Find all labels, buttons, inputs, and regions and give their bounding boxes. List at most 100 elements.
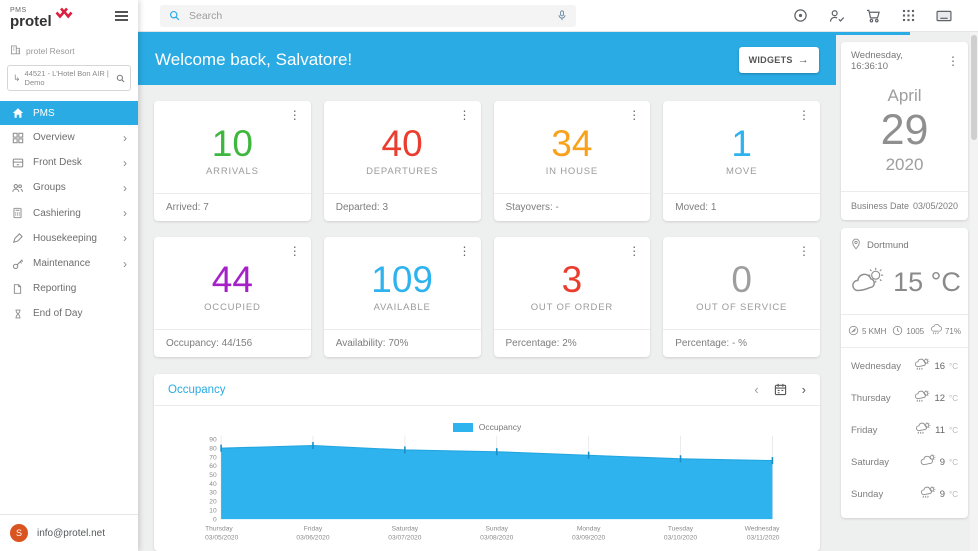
search-input[interactable] xyxy=(189,10,548,22)
stat-value: 109 xyxy=(371,261,433,298)
sidebar-item-groups[interactable]: Groups› xyxy=(0,175,138,200)
calendar-icon[interactable] xyxy=(774,383,787,396)
vertical-scrollbar xyxy=(970,32,978,551)
card-panel-icon[interactable] xyxy=(936,10,952,22)
target-icon[interactable] xyxy=(793,8,808,23)
stat-card-in-house: ⋮34IN HOUSEStayovers: - xyxy=(494,101,651,221)
stat-label: DEPARTURES xyxy=(366,166,438,177)
user-check-icon[interactable] xyxy=(829,9,845,23)
rain-sun-icon xyxy=(913,358,930,375)
sidebar-item-maintenance[interactable]: Maintenance› xyxy=(0,251,138,276)
svg-text:40: 40 xyxy=(209,481,217,488)
card-menu-button[interactable]: ⋮ xyxy=(622,242,646,260)
widgets-button[interactable]: WIDGETS → xyxy=(739,47,819,73)
sidebar-item-pms[interactable]: PMS xyxy=(0,101,138,125)
sidebar-item-label: End of Day xyxy=(33,308,82,319)
chevron-right-icon: › xyxy=(123,232,127,244)
legend-label: Occupancy xyxy=(479,422,522,432)
svg-text:03/05/2020: 03/05/2020 xyxy=(205,534,238,541)
weather-main: 15 °C xyxy=(841,255,968,314)
stat-label: ARRIVALS xyxy=(206,166,259,177)
forecast-temp: 9 xyxy=(940,457,945,468)
stat-card-arrivals: ⋮10ARRIVALSArrived: 7 xyxy=(154,101,311,221)
sidebar-item-overview[interactable]: Overview› xyxy=(0,125,138,150)
card-menu-button[interactable]: ⋮ xyxy=(283,242,307,260)
brand-logo: PMS protel xyxy=(10,7,52,29)
sidebar-item-label: Housekeeping xyxy=(33,233,97,244)
wind-value: 5 KMH xyxy=(862,327,886,336)
svg-text:Sunday: Sunday xyxy=(486,526,509,533)
sidebar-item-cashiering[interactable]: Cashiering› xyxy=(0,201,138,226)
sidebar-footer: S info@protel.net xyxy=(0,514,138,551)
svg-text:80: 80 xyxy=(209,445,217,452)
forecast-row-saturday: Saturday9°C xyxy=(851,446,958,478)
sidebar-item-front-desk[interactable]: Front Desk› xyxy=(0,150,138,175)
occupancy-chart-card: Occupancy ‹ › Occupancy 0102030 xyxy=(154,374,820,551)
chart-controls: ‹ › xyxy=(754,383,806,396)
sidebar-item-end-of-day[interactable]: End of Day xyxy=(0,301,138,326)
rain-sun-icon xyxy=(919,486,936,503)
chevron-right-icon: › xyxy=(123,207,127,219)
sidebar-item-reporting[interactable]: Reporting xyxy=(0,276,138,301)
property-row: protel Resort xyxy=(0,34,138,59)
svg-text:Tuesday: Tuesday xyxy=(668,526,694,533)
svg-text:Wednesday: Wednesday xyxy=(745,526,781,533)
card-menu-button[interactable]: ⋮ xyxy=(792,106,816,124)
stat-card-out-of-order: ⋮3OUT OF ORDERPercentage: 2% xyxy=(494,237,651,357)
brand-name-label: protel xyxy=(10,14,52,29)
chart-title: Occupancy xyxy=(168,384,226,396)
chevron-right-icon[interactable]: › xyxy=(802,383,806,396)
hotel-selector[interactable]: ↳ 44521 - L'Hotel Bon AIR | Demo xyxy=(7,65,131,91)
card-menu-button[interactable]: ⋮ xyxy=(622,106,646,124)
forecast-row-sunday: Sunday9°C xyxy=(851,478,958,510)
avatar[interactable]: S xyxy=(10,524,28,542)
stat-footer: Percentage: 2% xyxy=(494,330,651,357)
weather-card: Dortmund 15 °C 5 KMH xyxy=(841,228,968,518)
pressure-value: 1005 xyxy=(906,327,924,336)
svg-text:30: 30 xyxy=(209,490,217,497)
scrollbar-thumb[interactable] xyxy=(971,35,977,140)
stat-card-move: ⋮1MOVEMoved: 1 xyxy=(663,101,820,221)
weather-stats-row: 5 KMH 1005 71% xyxy=(841,314,968,347)
chevron-right-icon: › xyxy=(123,182,127,194)
stat-value: 0 xyxy=(731,261,752,298)
clock-menu-button[interactable]: ⋮ xyxy=(942,54,964,68)
forecast-day: Wednesday xyxy=(851,361,901,372)
stat-card-departures: ⋮40DEPARTURESDeparted: 3 xyxy=(324,101,481,221)
stat-cards-grid: ⋮10ARRIVALSArrived: 7⋮40DEPARTURESDepart… xyxy=(138,85,836,357)
card-menu-button[interactable]: ⋮ xyxy=(283,106,307,124)
svg-text:10: 10 xyxy=(209,507,217,514)
apps-grid-icon[interactable] xyxy=(902,9,915,22)
business-date-label: Business Date xyxy=(851,201,909,211)
sidebar-item-housekeeping[interactable]: Housekeeping › xyxy=(0,226,138,251)
card-menu-button[interactable]: ⋮ xyxy=(453,242,477,260)
stat-footer: Arrived: 7 xyxy=(154,194,311,221)
chevron-left-icon[interactable]: ‹ xyxy=(754,383,758,396)
forecast-day: Saturday xyxy=(851,457,889,468)
forecast-row-wednesday: Wednesday16°C xyxy=(851,350,958,382)
cart-icon[interactable] xyxy=(866,9,881,23)
svg-text:70: 70 xyxy=(209,454,217,461)
forecast-day: Sunday xyxy=(851,489,883,500)
stat-label: OCCUPIED xyxy=(204,302,261,313)
widgets-button-label: WIDGETS xyxy=(749,55,793,65)
stat-card-occupied: ⋮44OCCUPIEDOccupancy: 44/156 xyxy=(154,237,311,357)
sidebar-item-label: Maintenance xyxy=(33,258,90,269)
svg-text:03/09/2020: 03/09/2020 xyxy=(572,534,605,541)
wind-stat: 5 KMH xyxy=(848,324,886,338)
search-icon xyxy=(169,10,180,21)
footer-email-link[interactable]: info@protel.net xyxy=(37,528,105,539)
arrow-right-icon: → xyxy=(798,54,809,66)
sidebar-item-label: Reporting xyxy=(33,283,76,294)
microphone-icon[interactable] xyxy=(557,9,567,22)
svg-text:03/11/2020: 03/11/2020 xyxy=(747,534,780,541)
progress-bar xyxy=(138,32,910,35)
card-menu-button[interactable]: ⋮ xyxy=(453,106,477,124)
chart-legend: Occupancy xyxy=(154,422,820,432)
right-panel: Wednesday, 16:36:10 ⋮ April 29 2020 Busi… xyxy=(836,32,978,551)
hamburger-menu-icon[interactable] xyxy=(115,11,128,21)
forecast-unit: °C xyxy=(949,394,958,403)
forecast-row-friday: Friday11°C xyxy=(851,414,958,446)
card-menu-button[interactable]: ⋮ xyxy=(792,242,816,260)
stat-value: 44 xyxy=(212,261,253,298)
